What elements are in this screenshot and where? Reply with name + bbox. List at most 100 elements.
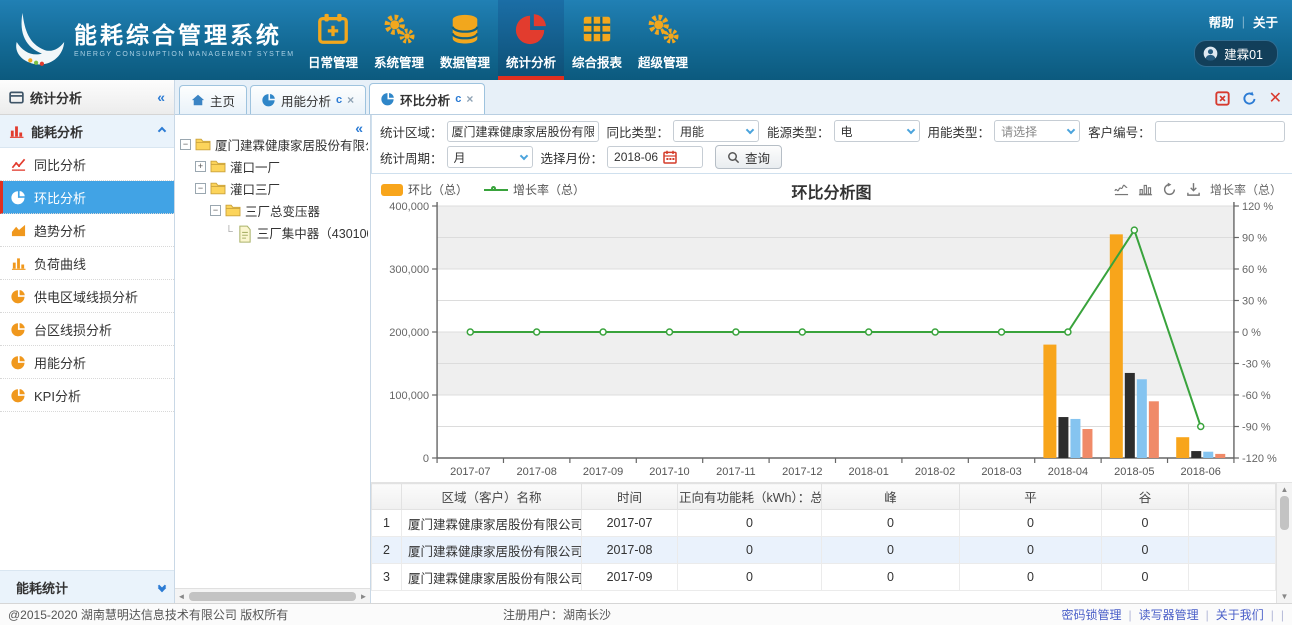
toolbox-line-chart-icon[interactable] (1114, 182, 1129, 197)
sidebar-section-energy-analysis[interactable]: 能耗分析 (0, 115, 174, 148)
tree-collapse-icon[interactable]: « (355, 120, 363, 136)
sidebar-item-趋势分析[interactable]: 趋势分析 (0, 214, 174, 247)
sidebar-collapse-icon[interactable]: « (157, 89, 165, 105)
refresh-icon[interactable] (1242, 91, 1257, 106)
tree-expander-collapse[interactable]: − (210, 205, 221, 216)
period-select[interactable]: 月 (447, 146, 533, 168)
pie-orange-icon (11, 289, 26, 304)
tree-node-厦门建霖健康家居股份有限公司[interactable]: −厦门建霖健康家居股份有限公司 (180, 133, 368, 155)
period-value: 月 (454, 149, 517, 166)
app-title: 能耗综合管理系统 (74, 22, 295, 48)
svg-text:2018-02: 2018-02 (915, 466, 955, 478)
tab-close-icon[interactable]: × (466, 92, 473, 106)
sidebar-item-label: 供电区域线损分析 (34, 287, 138, 306)
tree-expander-expand[interactable]: + (195, 161, 206, 172)
tab-refresh-icon[interactable]: c (336, 94, 342, 106)
customer-no-label: 客户编号： (1088, 122, 1151, 141)
top-menu-item-数据管理[interactable]: 数据管理 (432, 0, 498, 80)
table-vertical-scrollbar[interactable]: ▲ ▼ (1276, 483, 1292, 603)
close-tab-boxed-icon[interactable] (1215, 91, 1230, 106)
top-menu-item-超级管理[interactable]: 超级管理 (630, 0, 696, 80)
svg-text:90 %: 90 % (1242, 233, 1267, 245)
sidebar-item-负荷曲线[interactable]: 负荷曲线 (0, 247, 174, 280)
column-header-时间[interactable]: 时间 (582, 484, 678, 510)
month-picker[interactable]: 2018-06 (607, 146, 703, 168)
footer: @2015-2020 湖南慧明达信息技术有限公司 版权所有 注册用户：湖南长沙 … (0, 603, 1292, 625)
logo-swan-icon (8, 9, 70, 71)
user-pill[interactable]: 建霖01 (1194, 40, 1278, 67)
tree-node-三厂总变压器[interactable]: −三厂总变压器 (180, 199, 368, 221)
customer-no-input[interactable] (1155, 121, 1285, 142)
footer-link-读写器管理[interactable]: 读写器管理 (1139, 606, 1199, 623)
tab-主页[interactable]: 主页 (179, 85, 247, 114)
pie-orange-icon (11, 355, 26, 370)
column-header-峰[interactable]: 峰 (822, 484, 960, 510)
tree-node-灌口三厂[interactable]: −灌口三厂 (180, 177, 368, 199)
top-menu-item-日常管理[interactable]: 日常管理 (300, 0, 366, 80)
energy-type-select[interactable]: 电 (834, 120, 920, 142)
tab-环比分析[interactable]: 环比分析c× (369, 83, 485, 114)
table-row[interactable]: 1厦门建霖健康家居股份有限公司2017-070000 (372, 510, 1276, 537)
column-header-正向有功能耗（kWh）：总[interactable]: 正向有功能耗（kWh）：总 (678, 484, 822, 510)
header-right: 帮助 | 关于 建霖01 (1194, 0, 1292, 80)
scroll-right-arrow[interactable]: ► (357, 592, 370, 601)
section-label: 能耗分析 (31, 122, 83, 141)
table-row[interactable]: 3厦门建霖健康家居股份有限公司2017-090000 (372, 564, 1276, 591)
tab-close-icon[interactable]: × (347, 93, 354, 107)
menu-label: 综合报表 (572, 52, 622, 71)
legend-item-line[interactable]: 增长率（总） (484, 181, 585, 198)
table-row[interactable]: 2厦门建霖健康家居股份有限公司2017-080000 (372, 537, 1276, 564)
scroll-thumb[interactable] (189, 592, 356, 601)
scroll-left-arrow[interactable]: ◄ (175, 592, 188, 601)
svg-text:100,000: 100,000 (389, 390, 429, 402)
scroll-down-arrow[interactable]: ▼ (1281, 590, 1289, 603)
column-header-谷[interactable]: 谷 (1102, 484, 1189, 510)
bars-orange-icon (11, 256, 26, 271)
database-icon (448, 12, 482, 46)
toolbox-bar-chart-icon[interactable] (1138, 182, 1153, 197)
header-link-关于[interactable]: 关于 (1253, 12, 1278, 31)
tab-label: 主页 (210, 91, 235, 110)
pie-blue-icon (381, 92, 395, 106)
top-menu-item-系统管理[interactable]: 系统管理 (366, 0, 432, 80)
sidebar-item-台区线损分析[interactable]: 台区线损分析 (0, 313, 174, 346)
column-header-平[interactable]: 平 (960, 484, 1102, 510)
sidebar-item-供电区域线损分析[interactable]: 供电区域线损分析 (0, 280, 174, 313)
sidebar-item-KPI分析[interactable]: KPI分析 (0, 379, 174, 412)
legend-item-bar[interactable]: 环比（总） (381, 181, 468, 198)
region-input[interactable] (447, 121, 599, 142)
close-all-icon[interactable]: ✕ (1269, 92, 1282, 106)
table-cell: 0 (822, 564, 960, 591)
svg-text:-30 %: -30 % (1242, 359, 1271, 371)
tree-horizontal-scrollbar[interactable]: ◄ ► (175, 588, 370, 603)
sidebar-item-环比分析[interactable]: 环比分析 (0, 181, 174, 214)
sidebar-item-用能分析[interactable]: 用能分析 (0, 346, 174, 379)
tab-refresh-icon[interactable]: c (455, 93, 461, 105)
comparison-chart[interactable]: 400,000300,000200,000100,0000120 %90 %60… (371, 200, 1292, 482)
footer-link-密码锁管理[interactable]: 密码锁管理 (1061, 606, 1121, 623)
scroll-up-arrow[interactable]: ▲ (1281, 483, 1289, 496)
sidebar-item-同比分析[interactable]: 同比分析 (0, 148, 174, 181)
tree-node-灌口一厂[interactable]: +灌口一厂 (180, 155, 368, 177)
column-header-区域（客户）名称[interactable]: 区域（客户）名称 (402, 484, 582, 510)
footer-link-关于我们[interactable]: 关于我们 (1216, 606, 1264, 623)
tree-expander-collapse[interactable]: − (180, 139, 191, 150)
tree-expander-collapse[interactable]: − (195, 183, 206, 194)
top-menu-item-综合报表[interactable]: 综合报表 (564, 0, 630, 80)
tree-node-三厂集中器（4301003[interactable]: └三厂集中器（4301003 (180, 221, 368, 243)
scroll-thumb[interactable] (1280, 496, 1289, 530)
org-tree-panel: « −厦门建霖健康家居股份有限公司+灌口一厂−灌口三厂−三厂总变压器└三厂集中器… (175, 115, 371, 603)
toolbox-download-icon[interactable] (1186, 182, 1201, 197)
compare-type-select[interactable]: 用能 (673, 120, 759, 142)
header-link-帮助[interactable]: 帮助 (1209, 12, 1234, 31)
sidebar-item-label: 趋势分析 (34, 221, 86, 240)
top-menu-item-统计分析[interactable]: 统计分析 (498, 0, 564, 80)
sidebar-section-energy-stats[interactable]: 能耗统计 (0, 570, 174, 603)
usage-type-select[interactable]: 请选择 (994, 120, 1080, 142)
query-button[interactable]: 查询 (715, 145, 782, 169)
toolbox-restore-icon[interactable] (1162, 182, 1177, 197)
tab-用能分析[interactable]: 用能分析c× (250, 85, 366, 114)
tab-bar: 主页用能分析c×环比分析c× ✕ (175, 80, 1292, 115)
separator: | (1242, 15, 1245, 29)
table-cell: 厦门建霖健康家居股份有限公司 (402, 564, 582, 591)
